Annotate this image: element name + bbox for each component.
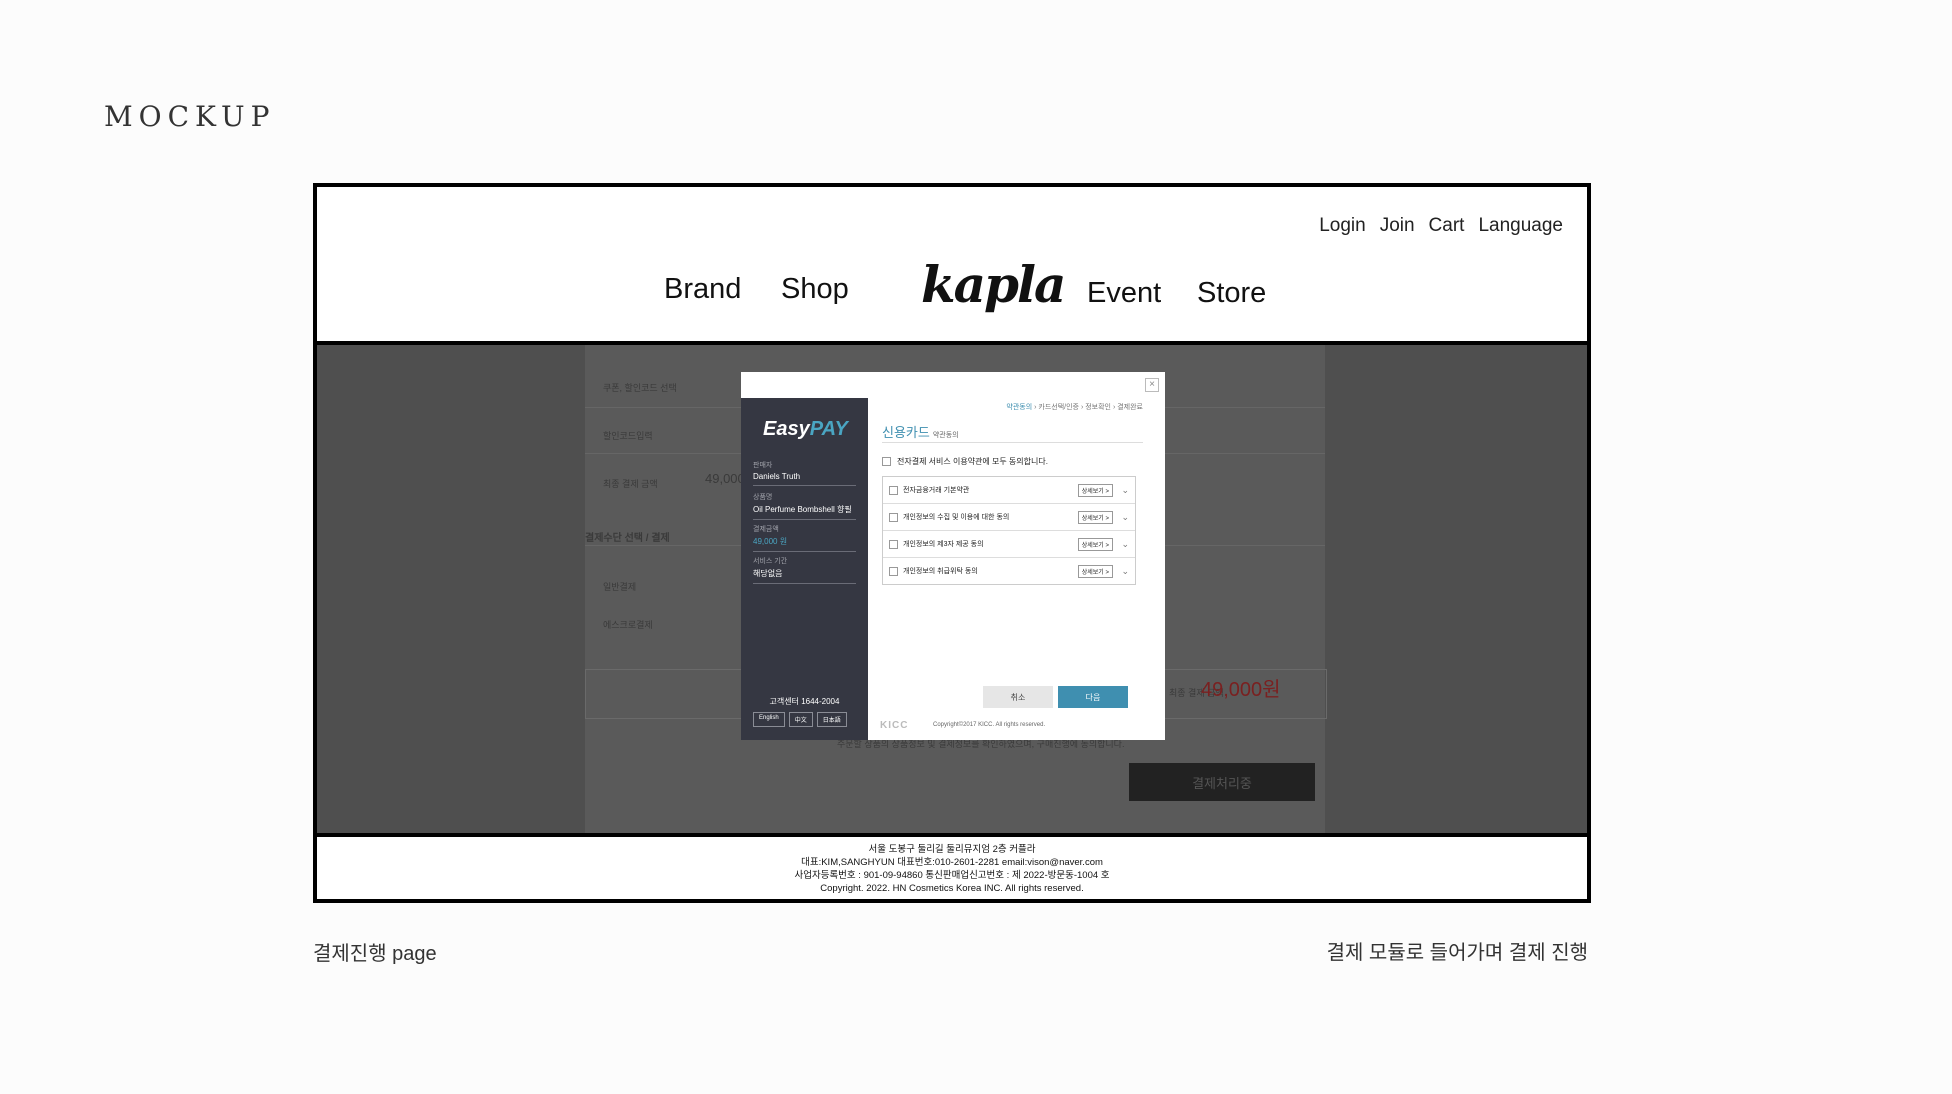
term-item: 개인정보의 수집 및 이용에 대한 동의 상세보기 > ⌄ (883, 504, 1135, 531)
login-link[interactable]: Login (1319, 215, 1366, 237)
bg-pay-row: 일반결제 (603, 582, 637, 592)
modal-subtitle: 약관동의 (932, 432, 959, 439)
info-value: 해당없음 (753, 569, 783, 578)
chevron-down-icon[interactable]: ⌄ (1121, 512, 1129, 523)
site-mockup-frame: Login Join Cart Language Brand Shop kapl… (313, 183, 1591, 903)
step-breadcrumb: 약관동의 › 카드선택/인증 › 정보확인 › 결제완료 (1006, 404, 1143, 411)
caption-right: 결제 모듈로 들어가며 결제 진행 (1326, 942, 1588, 964)
modal-copyright: Copyright©2017 KICC. All rights reserved… (933, 722, 1046, 728)
nav-event[interactable]: Event (1087, 277, 1161, 310)
easypay-logo: EasyPAY (763, 418, 848, 441)
term-item: 개인정보의 제3자 제공 동의 상세보기 > ⌄ (883, 531, 1135, 558)
detail-button[interactable]: 상세보기 > (1077, 537, 1113, 551)
modal-main: 약관동의 › 카드선택/인증 › 정보확인 › 결제완료 신용카드 약관동의 전자… (868, 398, 1165, 740)
nav-shop[interactable]: Shop (781, 273, 849, 306)
term-label: 개인정보의 취급위탁 동의 (903, 568, 978, 575)
modal-sidebar: EasyPAY 판매자 Daniels Truth 상품명 Oil Perfum… (741, 398, 868, 740)
language-switch: English 中文 日本語 (753, 712, 847, 727)
lang-english[interactable]: English (753, 712, 785, 727)
detail-button[interactable]: 상세보기 > (1077, 483, 1113, 497)
term-label: 개인정보의 제3자 제공 동의 (903, 541, 984, 548)
step: 결제완료 (1117, 404, 1143, 411)
info-label: 상품명 (753, 494, 773, 501)
bg-row-label: 쿠폰, 할인코드 선택 (603, 383, 677, 393)
payment-modal: × EasyPAY 판매자 Daniels Truth 상품명 Oil Perf… (741, 372, 1165, 740)
info-label: 결제금액 (753, 526, 779, 533)
language-link[interactable]: Language (1478, 215, 1563, 237)
term-label: 개인정보의 수집 및 이용에 대한 동의 (903, 514, 1010, 521)
terms-list: 전자금융거래 기본약관 상세보기 > ⌄ 개인정보의 수집 및 이용에 대한 동… (882, 476, 1136, 585)
info-service-period: 서비스 기간 해당없음 (753, 556, 856, 584)
info-product: 상품명 Oil Perfume Bombshell 향필 (753, 492, 856, 520)
modal-title-text: 신용카드 (882, 425, 930, 440)
bg-pay-row: 에스크로결제 (603, 620, 653, 630)
agree-all-checkbox[interactable] (882, 457, 891, 466)
site-footer: 서울 도봉구 둘리길 둘리뮤지엄 2층 커플라 대표:KIM,SANGHYUN … (317, 833, 1587, 899)
mockup-title: MOCKUP (104, 100, 276, 133)
info-label: 서비스 기간 (753, 558, 788, 565)
nav-brand[interactable]: Brand (664, 273, 741, 306)
brand-prefix: Easy (763, 418, 810, 440)
info-amount: 결제금액 49,000 원 (753, 524, 856, 552)
step: 정보확인 (1085, 404, 1111, 411)
info-value: Daniels Truth (753, 472, 801, 481)
chevron-down-icon[interactable]: ⌄ (1121, 485, 1129, 496)
info-value: Oil Perfume Bombshell 향필 (753, 505, 852, 514)
utility-nav: Login Join Cart Language (1319, 215, 1563, 237)
footer-address: 서울 도봉구 둘리길 둘리뮤지엄 2층 커플라 (868, 844, 1036, 855)
modal-title: 신용카드 약관동의 (882, 422, 959, 441)
term-item: 전자금융거래 기본약관 상세보기 > ⌄ (883, 477, 1135, 504)
kicc-logo: KICC (880, 720, 909, 731)
agree-all-row: 전자결제 서비스 이용약관에 모두 동의합니다. (882, 456, 1048, 467)
close-icon[interactable]: × (1145, 378, 1159, 392)
site-logo[interactable]: kapla (921, 255, 1066, 314)
chevron-down-icon[interactable]: ⌄ (1121, 566, 1129, 577)
checkout-content-dimmed: 쿠폰, 할인코드 선택 할인코드입력 최종 결제 금액 49,000 결제수단 … (317, 345, 1587, 833)
footer-copyright: Copyright. 2022. HN Cosmetics Korea INC.… (820, 883, 1084, 894)
bg-row-label: 할인코드입력 (603, 431, 653, 441)
site-header: Login Join Cart Language Brand Shop kapl… (317, 187, 1587, 345)
service-center: 고객센터 1644-2004 (769, 697, 840, 706)
term-item: 개인정보의 취급위탁 동의 상세보기 > ⌄ (883, 558, 1135, 584)
footer-contact: 대표:KIM,SANGHYUN 대표번호:010-2601-2281 email… (801, 857, 1103, 868)
bg-section-title: 결제수단 선택 / 결제 (585, 533, 670, 544)
bg-price: 49,000 (705, 471, 745, 486)
term-checkbox[interactable] (889, 485, 898, 495)
caption-left: 결제진행 page (313, 943, 437, 965)
nav-store[interactable]: Store (1197, 277, 1266, 310)
detail-button[interactable]: 상세보기 > (1077, 564, 1113, 578)
info-value: 49,000 원 (753, 537, 788, 546)
term-checkbox[interactable] (889, 512, 898, 522)
term-checkbox[interactable] (889, 539, 898, 549)
chevron-down-icon[interactable]: ⌄ (1121, 539, 1129, 550)
divider (882, 442, 1143, 443)
detail-button[interactable]: 상세보기 > (1077, 510, 1113, 524)
cancel-button[interactable]: 취소 (983, 686, 1053, 708)
bg-row-label: 최종 결제 금액 (603, 479, 658, 489)
step: 카드선택/인증 (1038, 404, 1079, 411)
join-link[interactable]: Join (1380, 215, 1415, 237)
lang-chinese[interactable]: 中文 (788, 712, 813, 727)
info-seller: 판매자 Daniels Truth (753, 460, 856, 486)
cart-link[interactable]: Cart (1429, 215, 1465, 237)
next-button[interactable]: 다음 (1058, 686, 1128, 708)
info-label: 판매자 (753, 462, 773, 469)
lang-japanese[interactable]: 日本語 (816, 712, 847, 727)
step-active: 약관동의 (1006, 404, 1033, 411)
brand-suffix: PAY (809, 418, 848, 440)
footer-business-number: 사업자등록번호 : 901-09-94860 통신판매업신고번호 : 제 202… (794, 870, 1110, 881)
bg-total-value: 49,000원 (1201, 679, 1281, 701)
term-label: 전자금융거래 기본약관 (903, 487, 970, 494)
agree-all-label: 전자결제 서비스 이용약관에 모두 동의합니다. (897, 457, 1048, 466)
term-checkbox[interactable] (889, 566, 898, 576)
bg-submit-button: 결제처리중 (1129, 763, 1315, 801)
